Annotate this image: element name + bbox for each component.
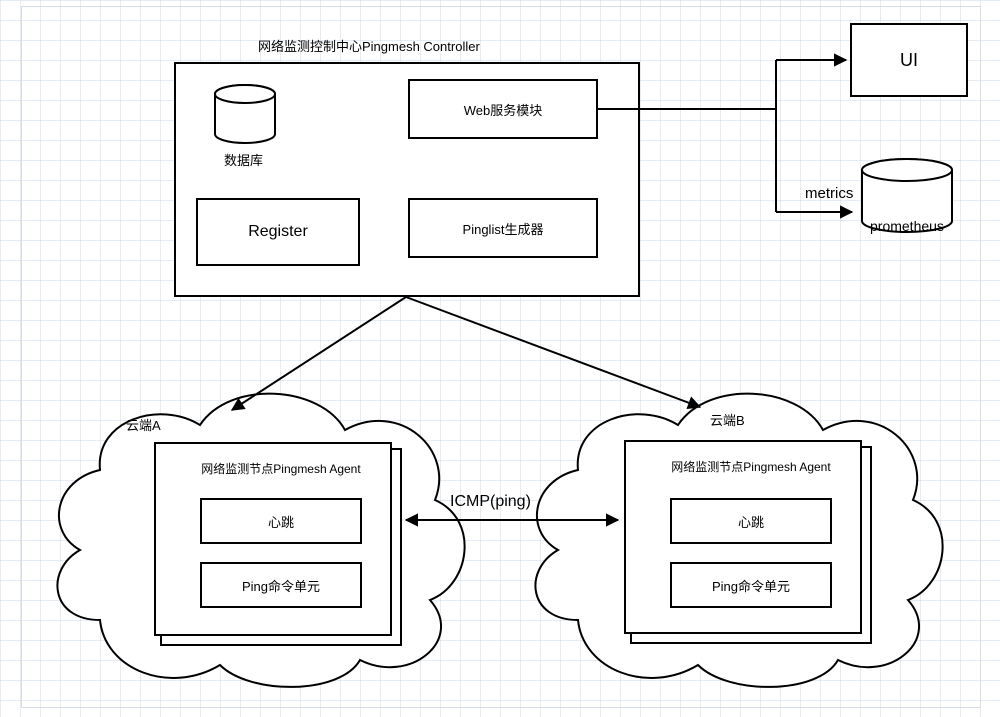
agent-a-ping-unit: Ping命令单元 — [200, 562, 362, 608]
database-label: 数据库 — [224, 150, 263, 169]
web-service-label: Web服务模块 — [464, 100, 543, 119]
agent-a-box: 网络监测节点Pingmesh Agent — [160, 448, 402, 646]
icmp-label: ICMP(ping) — [450, 493, 531, 511]
agent-b-ping-unit-label: Ping命令单元 — [712, 576, 790, 595]
agent-a-heartbeat: 心跳 — [200, 498, 362, 544]
web-service-module: Web服务模块 — [408, 79, 598, 139]
register-module: Register — [196, 198, 360, 266]
database-icon — [210, 84, 280, 144]
agent-a-title: 网络监测节点Pingmesh Agent — [201, 460, 360, 477]
pinglist-label: Pinglist生成器 — [463, 219, 544, 238]
agent-b-title: 网络监测节点Pingmesh Agent — [671, 458, 830, 475]
agent-b-heartbeat-label: 心跳 — [738, 512, 764, 531]
ui-box: UI — [850, 23, 968, 97]
cloud-b-label: 云端B — [710, 410, 745, 429]
prometheus-label: prometheus — [870, 218, 944, 234]
register-label: Register — [248, 223, 308, 241]
agent-b-ping-unit: Ping命令单元 — [670, 562, 832, 608]
controller-title: 网络监测控制中心Pingmesh Controller — [258, 36, 480, 55]
ui-label: UI — [900, 50, 918, 71]
agent-b-box: 网络监测节点Pingmesh Agent — [630, 446, 872, 644]
agent-a-heartbeat-label: 心跳 — [268, 512, 294, 531]
agent-a-ping-unit-label: Ping命令单元 — [242, 576, 320, 595]
agent-b-heartbeat: 心跳 — [670, 498, 832, 544]
cloud-a-label: 云端A — [126, 415, 161, 434]
metrics-label: metrics — [805, 185, 853, 202]
pinglist-module: Pinglist生成器 — [408, 198, 598, 258]
